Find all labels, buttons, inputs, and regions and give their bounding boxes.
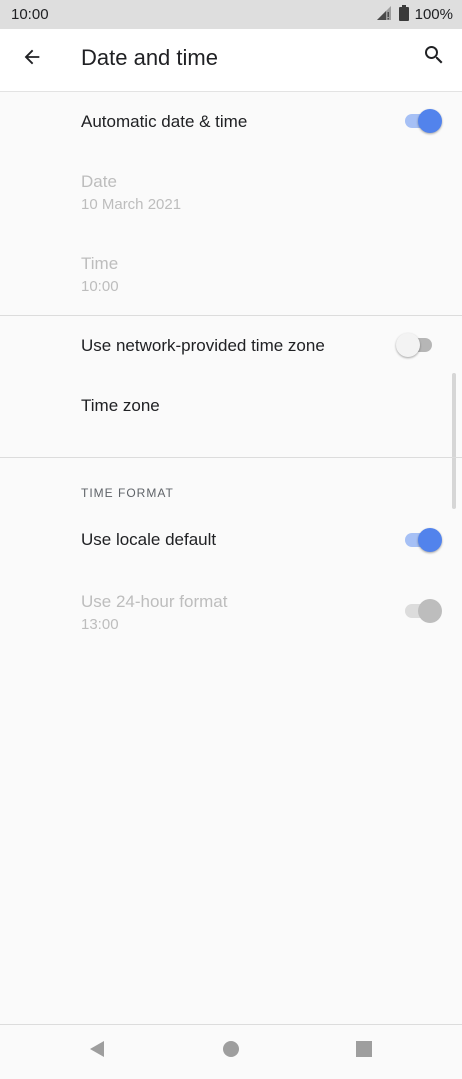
signal-icon bbox=[375, 5, 393, 24]
time-value: 10:00 bbox=[81, 278, 119, 295]
hour-24-value: 13:00 bbox=[81, 616, 119, 633]
status-bar: 10:00 100% bbox=[0, 0, 462, 29]
locale-default-row[interactable]: Use locale default bbox=[0, 510, 462, 570]
search-button[interactable] bbox=[414, 37, 454, 77]
time-format-header: TIME FORMAT bbox=[81, 486, 174, 500]
automatic-date-time-switch[interactable] bbox=[405, 109, 442, 133]
scrollbar[interactable] bbox=[452, 373, 456, 509]
nav-back-button[interactable] bbox=[79, 1035, 115, 1067]
date-row[interactable]: Date 10 March 2021 bbox=[0, 158, 462, 228]
switch-thumb bbox=[418, 528, 442, 552]
hour-24-label: Use 24-hour format bbox=[81, 592, 228, 611]
time-zone-label: Time zone bbox=[81, 396, 160, 415]
time-row[interactable]: Time 10:00 bbox=[0, 240, 462, 310]
search-icon bbox=[422, 43, 446, 72]
nav-recents-button[interactable] bbox=[346, 1035, 382, 1067]
automatic-date-time-row[interactable]: Automatic date & time bbox=[0, 92, 462, 152]
network-time-zone-row[interactable]: Use network-provided time zone bbox=[0, 316, 462, 376]
app-bar: Date and time bbox=[0, 29, 462, 92]
nav-back-icon bbox=[88, 1040, 106, 1063]
back-button[interactable] bbox=[12, 39, 52, 79]
status-icons: 100% bbox=[375, 4, 453, 25]
divider bbox=[0, 457, 462, 458]
network-time-zone-switch[interactable] bbox=[396, 333, 434, 357]
hour-24-switch[interactable] bbox=[405, 599, 442, 623]
navigation-bar bbox=[0, 1024, 462, 1079]
nav-home-button[interactable] bbox=[213, 1035, 249, 1067]
time-label: Time bbox=[81, 254, 119, 273]
switch-thumb bbox=[418, 599, 442, 623]
hour-24-row[interactable]: Use 24-hour format 13:00 bbox=[0, 578, 462, 644]
time-zone-row[interactable]: Time zone bbox=[0, 378, 462, 438]
automatic-date-time-label: Automatic date & time bbox=[81, 112, 248, 131]
date-value: 10 March 2021 bbox=[81, 196, 182, 213]
locale-default-label: Use locale default bbox=[81, 530, 217, 549]
locale-default-switch[interactable] bbox=[405, 528, 442, 552]
date-label: Date bbox=[81, 172, 117, 191]
page-title: Date and time bbox=[81, 45, 218, 70]
nav-home-icon bbox=[222, 1040, 240, 1063]
arrow-left-icon bbox=[21, 46, 43, 73]
switch-thumb bbox=[396, 333, 420, 357]
battery-icon bbox=[398, 4, 409, 25]
nav-recents-icon bbox=[355, 1040, 373, 1063]
switch-thumb bbox=[418, 109, 442, 133]
status-time: 10:00 bbox=[11, 6, 49, 23]
battery-text: 100% bbox=[414, 6, 453, 23]
network-time-zone-label: Use network-provided time zone bbox=[81, 336, 325, 355]
